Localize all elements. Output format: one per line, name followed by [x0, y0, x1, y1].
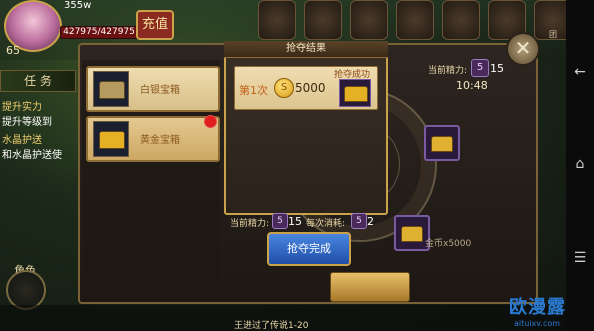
top-feature-icon[interactable] — [442, 0, 480, 40]
energy-icon: 5 — [351, 213, 367, 229]
result-rank: 第1次 — [239, 84, 268, 97]
resource-count: 355w — [64, 0, 92, 11]
current-energy-value: 15 — [288, 215, 302, 228]
timer: 10:48 — [456, 79, 488, 92]
cost-label: 每次消耗: — [306, 219, 346, 229]
result-title: 抢夺结果 — [224, 41, 388, 58]
confirm-button[interactable] — [330, 272, 410, 302]
silver-chest-icon — [93, 71, 129, 107]
system-nav-bar: ← ⌂ ☰ — [566, 0, 594, 331]
top-feature-icon[interactable] — [258, 0, 296, 40]
top-feature-icon[interactable] — [350, 0, 388, 40]
bottom-chat-text: 王进过了传说1-20 — [234, 321, 309, 331]
watermark-url: aituixv.com — [514, 319, 561, 328]
back-icon[interactable]: ← — [572, 64, 588, 80]
chest-card-gold[interactable]: 黄金宝箱 — [86, 116, 220, 162]
energy-label: 当前精力: — [428, 66, 468, 76]
chest-name: 白银宝箱 — [140, 85, 180, 96]
chest-slot[interactable] — [424, 125, 460, 161]
quest-item[interactable]: 提升实力 — [2, 98, 42, 113]
recharge-button[interactable]: 充值 — [136, 10, 174, 40]
gold-chest-icon — [339, 79, 371, 107]
player-level: 65 — [6, 44, 20, 57]
home-icon[interactable]: ⌂ — [572, 156, 588, 172]
menu-icon[interactable]: ☰ — [572, 250, 588, 266]
energy-value: 15 — [490, 62, 504, 75]
chest-name: 黄金宝箱 — [140, 135, 180, 146]
notification-dot — [204, 115, 217, 128]
result-amount: 5000 — [295, 81, 326, 95]
cost-value: 2 — [367, 215, 374, 228]
quest-item[interactable]: 提升等级到 — [2, 113, 52, 128]
energy-icon: 5 — [272, 213, 288, 229]
chest-card-silver[interactable]: 白银宝箱 — [86, 66, 220, 112]
gold-chest-icon — [93, 121, 129, 157]
task-tab[interactable]: 任 务 — [0, 70, 76, 92]
watermark-logo: 欧漫露 — [509, 297, 566, 318]
top-feature-icon[interactable] — [396, 0, 434, 40]
rob-complete-button[interactable]: 抢夺完成 — [267, 232, 351, 266]
current-energy-label: 当前精力: — [230, 219, 270, 229]
gold-coin-icon: S — [274, 78, 294, 98]
hp-bar: 427975/427975 — [60, 26, 138, 39]
joystick[interactable] — [6, 270, 46, 310]
energy-icon: 5 — [471, 59, 489, 77]
top-feature-icon[interactable] — [304, 0, 342, 40]
quest-item[interactable]: 和水晶护送使 — [2, 146, 62, 161]
close-button[interactable]: ✕ — [506, 32, 540, 66]
quest-item[interactable]: 水晶护送 — [2, 131, 42, 146]
reward-text: 金币x5000 — [425, 239, 472, 249]
